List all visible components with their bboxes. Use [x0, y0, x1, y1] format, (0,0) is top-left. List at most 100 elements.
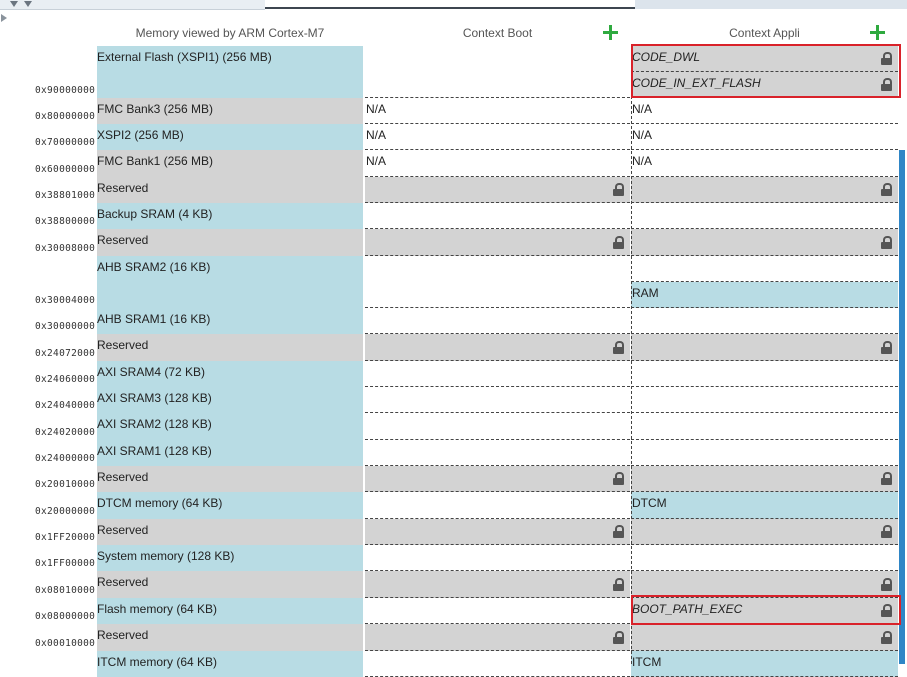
context-boot-cell[interactable]	[365, 545, 630, 571]
context-boot-cell[interactable]	[365, 229, 630, 256]
reserved-region[interactable]: Reserved	[97, 624, 363, 651]
appli-lock-icon[interactable]	[881, 577, 892, 591]
appli-lock-icon[interactable]	[881, 604, 892, 617]
boot-lock-icon[interactable]	[613, 340, 624, 354]
context-appli-cell[interactable]	[631, 334, 898, 361]
context-appli-cell[interactable]: BOOT_PATH_EXEC	[631, 598, 898, 624]
context-appli-cell[interactable]: N/A	[631, 124, 898, 150]
context-boot-cell-text: N/A	[366, 154, 387, 168]
address-label: 0x38801000	[35, 190, 96, 201]
reserved-region[interactable]: Reserved	[97, 571, 363, 598]
context-appli-cell[interactable]	[631, 440, 898, 466]
memory-region[interactable]: Backup SRAM (4 KB)	[97, 203, 363, 229]
context-appli-cell[interactable]	[631, 519, 898, 545]
table-row: 0x38800000 Backup SRAM (4 KB)	[0, 203, 907, 229]
context-boot-cell[interactable]	[365, 413, 630, 440]
context-appli-region-name: CODE_DWL	[632, 50, 701, 64]
context-boot-cell[interactable]	[365, 46, 630, 98]
context-boot-cell[interactable]	[365, 651, 630, 677]
context-boot-cell[interactable]	[365, 466, 630, 492]
memory-region[interactable]: AHB SRAM2 (16 KB)	[97, 256, 363, 308]
table-row: 0x38801000 Reserved	[0, 177, 907, 203]
context-boot-cell[interactable]: N/A	[365, 98, 630, 124]
context-appli-cell[interactable]	[631, 624, 898, 651]
boot-lock-icon[interactable]	[613, 472, 624, 485]
context-boot-cell[interactable]	[365, 571, 630, 598]
appli-lock-icon[interactable]	[881, 78, 892, 91]
memory-region[interactable]: System memory (128 KB)	[97, 545, 363, 571]
context-appli-cell[interactable]	[631, 571, 898, 598]
context-boot-cell[interactable]	[365, 598, 630, 624]
context-appli-region[interactable]: CODE_IN_EXT_FLASH	[631, 72, 898, 98]
context-boot-cell[interactable]	[365, 203, 630, 229]
reserved-region[interactable]: Reserved	[97, 229, 363, 256]
context-appli-cell[interactable]	[631, 308, 898, 334]
context-boot-cell[interactable]	[365, 177, 630, 203]
context-boot-cell[interactable]	[365, 361, 630, 387]
address-label: 0x24000000	[35, 453, 96, 464]
context-boot-cell[interactable]: N/A	[365, 150, 630, 177]
memory-region[interactable]: ITCM memory (64 KB)	[97, 651, 363, 677]
reserved-region[interactable]: Reserved	[97, 519, 363, 545]
reserved-region[interactable]: Reserved	[97, 334, 363, 361]
table-row: 0x30000000 AHB SRAM1 (16 KB)	[0, 308, 907, 334]
appli-lock-icon[interactable]	[881, 235, 892, 249]
reserved-region[interactable]: Reserved	[97, 177, 363, 203]
context-appli-cell[interactable]	[631, 361, 898, 387]
memory-region[interactable]: AXI SRAM3 (128 KB)	[97, 387, 363, 413]
context-appli-cell[interactable]	[631, 387, 898, 413]
context-appli-cell[interactable]: DTCM	[631, 492, 898, 519]
context-appli-region[interactable]: RAM	[631, 281, 898, 308]
appli-lock-icon[interactable]	[881, 525, 892, 538]
vertical-scrollbar[interactable]	[899, 150, 905, 664]
table-row: ITCM memory (64 KB) ITCM	[0, 651, 907, 677]
context-boot-cell[interactable]	[365, 387, 630, 413]
context-appli-cell[interactable]	[631, 203, 898, 229]
boot-lock-icon[interactable]	[613, 577, 624, 591]
address-label: 0x38800000	[35, 216, 96, 227]
context-appli-region[interactable]: CODE_DWL	[631, 46, 898, 72]
context-boot-cell[interactable]: N/A	[365, 124, 630, 150]
context-boot-cell[interactable]	[365, 492, 630, 519]
address-label: 0x30008000	[35, 243, 96, 254]
context-appli-cell[interactable]	[631, 413, 898, 440]
boot-lock-icon[interactable]	[613, 183, 624, 196]
context-boot-cell[interactable]	[365, 624, 630, 651]
appli-lock-icon[interactable]	[881, 472, 892, 485]
boot-lock-icon[interactable]	[613, 630, 624, 644]
context-boot-cell[interactable]	[365, 308, 630, 334]
context-appli-cell[interactable]: N/A	[631, 150, 898, 177]
context-boot-cell[interactable]	[365, 256, 630, 308]
memory-region[interactable]: Flash memory (64 KB)	[97, 598, 363, 624]
memory-region[interactable]: External Flash (XSPI1) (256 MB)	[97, 46, 363, 98]
context-appli-cell[interactable]	[631, 229, 898, 256]
context-boot-cell[interactable]	[365, 519, 630, 545]
memory-region[interactable]: XSPI2 (256 MB)	[97, 124, 363, 150]
boot-lock-icon[interactable]	[613, 525, 624, 538]
context-appli-cell[interactable]	[631, 545, 898, 571]
boot-lock-icon[interactable]	[613, 235, 624, 249]
context-appli-region[interactable]: ITCM	[631, 651, 898, 677]
context-appli-cell[interactable]	[631, 466, 898, 492]
memory-region[interactable]: AXI SRAM2 (128 KB)	[97, 413, 363, 440]
appli-lock-icon[interactable]	[881, 630, 892, 644]
appli-lock-icon[interactable]	[881, 183, 892, 196]
memory-region[interactable]: AXI SRAM1 (128 KB)	[97, 440, 363, 466]
context-appli-cell-text: N/A	[632, 128, 653, 142]
reserved-region[interactable]: Reserved	[97, 466, 363, 492]
memory-region[interactable]: AXI SRAM4 (72 KB)	[97, 361, 363, 387]
appli-lock-icon[interactable]	[881, 52, 892, 65]
context-appli-cell[interactable]: N/A	[631, 98, 898, 124]
context-appli-cell[interactable]	[631, 177, 898, 203]
address-label: 0x1FF20000	[35, 532, 96, 543]
context-appli-cell[interactable]: ITCM	[631, 651, 898, 677]
reserved-region[interactable]: FMC Bank1 (256 MB)	[97, 150, 363, 177]
context-appli-cell[interactable]: RAM	[631, 256, 898, 308]
context-boot-cell[interactable]	[365, 334, 630, 361]
memory-region[interactable]: DTCM memory (64 KB)	[97, 492, 363, 519]
context-boot-cell[interactable]	[365, 440, 630, 466]
context-appli-region[interactable]: DTCM	[631, 492, 898, 519]
appli-lock-icon[interactable]	[881, 340, 892, 354]
memory-region[interactable]: AHB SRAM1 (16 KB)	[97, 308, 363, 334]
reserved-region[interactable]: FMC Bank3 (256 MB)	[97, 98, 363, 124]
